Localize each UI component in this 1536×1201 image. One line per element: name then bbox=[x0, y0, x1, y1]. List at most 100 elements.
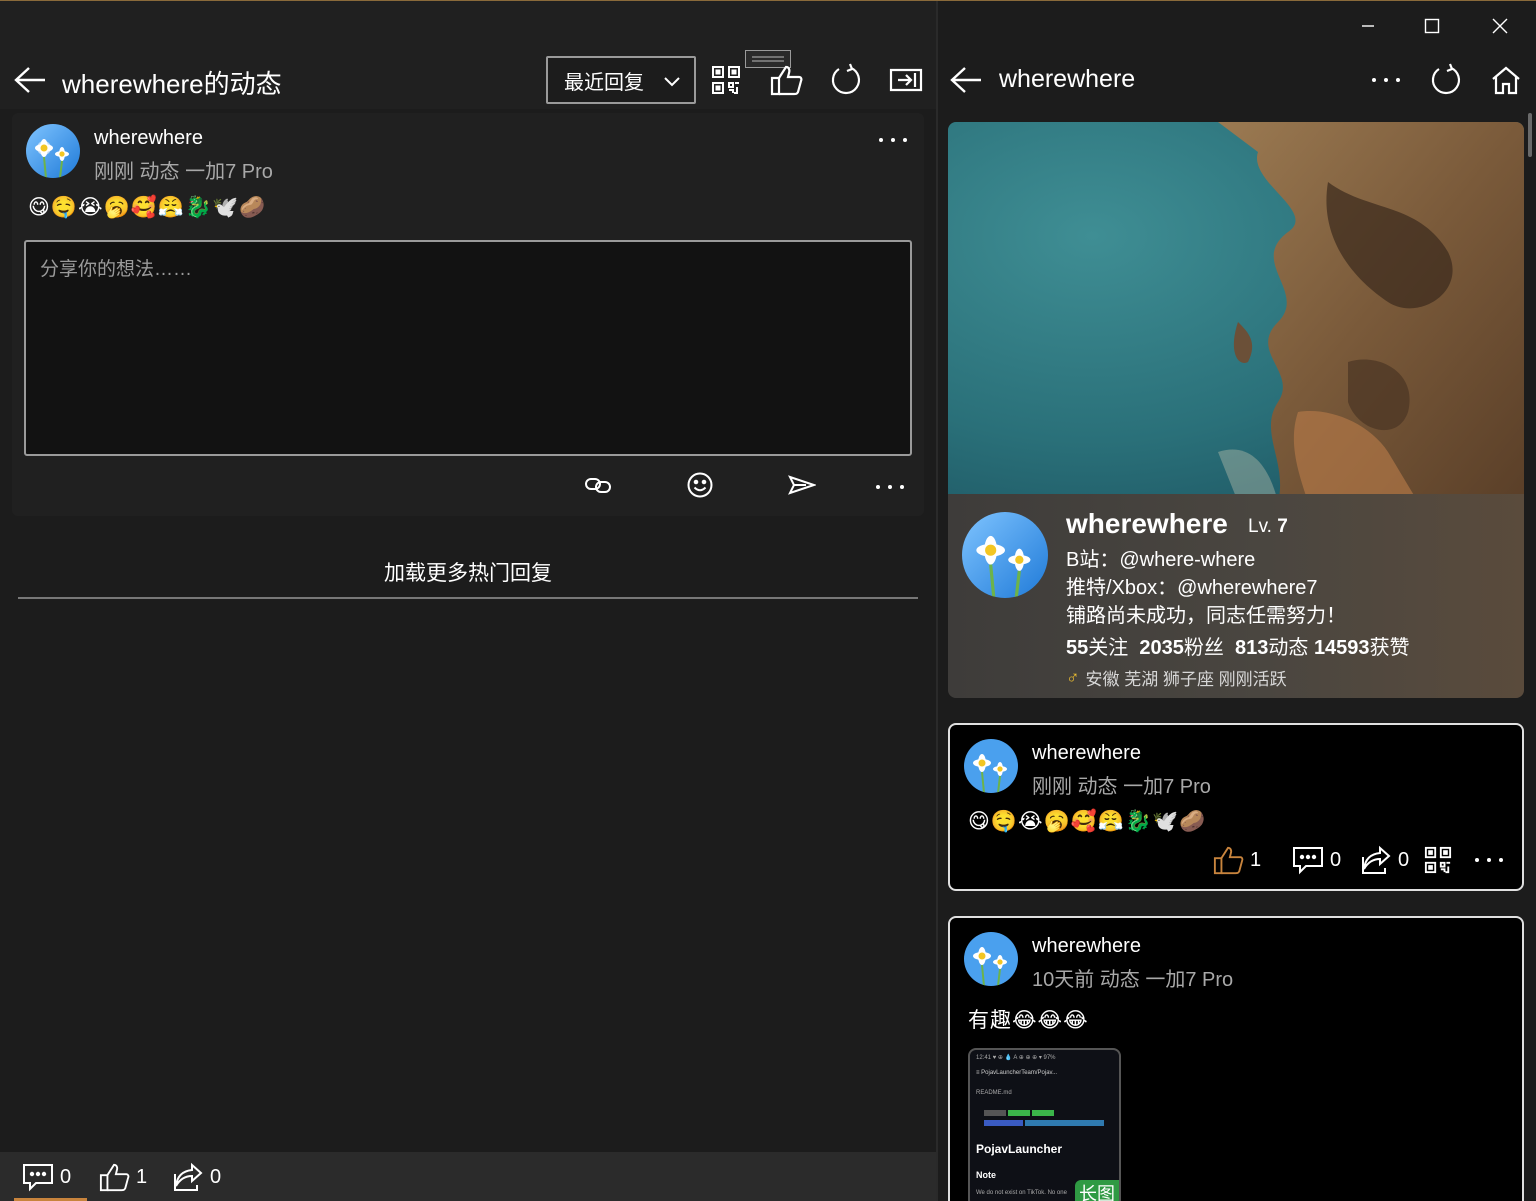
feed-meta: 刚刚 动态 一加7 Pro bbox=[1032, 776, 1211, 798]
profile-twitter: 推特/Xbox：@wherewhere7 bbox=[1066, 577, 1318, 599]
minimize-button[interactable] bbox=[1345, 9, 1391, 43]
likes-count: 1 bbox=[136, 1165, 148, 1188]
feed-meta: 10天前 动态 一加7 Pro bbox=[1032, 969, 1234, 991]
refresh-icon bbox=[1431, 63, 1461, 95]
avatar[interactable] bbox=[26, 124, 80, 178]
comments-count: 0 bbox=[60, 1165, 72, 1188]
home-button[interactable] bbox=[1486, 60, 1526, 100]
back-button[interactable] bbox=[12, 62, 48, 98]
feed-content: 😋🤤😭🥱🥰😤🐉🕊️🥔 bbox=[968, 810, 1207, 833]
avatar[interactable] bbox=[964, 932, 1018, 986]
profile-stats: 55关注 2035粉丝 813动态 14593获赞 bbox=[1066, 631, 1410, 660]
comment-icon bbox=[1293, 847, 1323, 875]
open-pane-icon bbox=[889, 68, 923, 92]
reply-more-button[interactable] bbox=[872, 469, 908, 505]
maximize-button[interactable] bbox=[1409, 9, 1455, 43]
more-options-button[interactable] bbox=[878, 135, 908, 145]
post-author[interactable]: wherewhere bbox=[94, 127, 203, 150]
following-stat[interactable]: 55关注 bbox=[1066, 637, 1128, 659]
profile-pane: wherewhere wherewhere Lv. 7 B站：@where-wh… bbox=[938, 1, 1536, 1201]
profile-more-button[interactable] bbox=[1366, 60, 1406, 100]
close-window-button[interactable] bbox=[1477, 9, 1523, 43]
refresh-icon bbox=[831, 63, 861, 95]
thumbs-up-icon bbox=[770, 65, 803, 96]
thumb-readme: README.md bbox=[976, 1090, 1012, 1096]
fans-label: 粉丝 bbox=[1183, 637, 1224, 659]
refresh-button[interactable] bbox=[826, 60, 866, 100]
profile-back-button[interactable] bbox=[948, 62, 984, 98]
post-meta: 刚刚 动态 一加7 Pro bbox=[94, 161, 273, 183]
feed-like-count: 1 bbox=[1250, 848, 1262, 871]
likes-received-count: 14593 bbox=[1313, 637, 1370, 659]
long-image-badge: 长图 bbox=[1075, 1180, 1119, 1201]
thumb-title: PojavLauncher bbox=[976, 1142, 1063, 1156]
bottom-action-bar: 0 1 0 bbox=[0, 1152, 936, 1201]
more-horizontal-icon bbox=[1372, 78, 1400, 82]
feed-like-button[interactable]: 1 bbox=[1212, 845, 1261, 875]
profile-location-text: 安徽 芜湖 狮子座 刚刚活跃 bbox=[1085, 670, 1287, 689]
close-icon bbox=[1492, 18, 1508, 34]
feed-author[interactable]: wherewhere bbox=[1032, 935, 1141, 958]
chevron-down-icon bbox=[664, 77, 680, 87]
post-detail-pane: wherewhere的动态 最近回复 wherewhere 刚刚 动态 一加7 … bbox=[0, 1, 936, 1201]
thumbs-up-icon bbox=[1213, 846, 1244, 875]
reply-input-box[interactable] bbox=[24, 240, 912, 456]
feed-image-thumbnail[interactable]: 12:41 ♥ ⊕ 💧 A ⊕ ⊕ ⊕ ▾ 97% ≡ PojavLaunche… bbox=[968, 1048, 1121, 1201]
post-card: wherewhere 刚刚 动态 一加7 Pro 😋🤤😭🥱🥰😤🐉🕊️🥔 bbox=[12, 113, 924, 516]
home-icon bbox=[1492, 66, 1520, 95]
comment-icon bbox=[23, 1164, 53, 1192]
qrcode-button[interactable] bbox=[706, 60, 746, 100]
minimize-icon bbox=[1362, 25, 1374, 27]
share-icon bbox=[1362, 845, 1391, 874]
insert-link-button[interactable] bbox=[580, 467, 616, 503]
profile-bilibili: B站：@where-where bbox=[1066, 549, 1256, 571]
sort-dropdown[interactable]: 最近回复 bbox=[546, 56, 696, 104]
open-in-pane-button[interactable] bbox=[886, 60, 926, 100]
scrollbar[interactable] bbox=[1528, 113, 1532, 157]
comments-tab[interactable]: 0 bbox=[22, 1160, 71, 1194]
load-more-hot-replies[interactable]: 加载更多热门回复 bbox=[18, 549, 918, 599]
daisy-avatar-icon bbox=[962, 512, 1048, 598]
thumb-note: Note bbox=[976, 1170, 996, 1180]
posts-stat[interactable]: 813动态 bbox=[1235, 637, 1308, 659]
qrcode-icon bbox=[712, 66, 740, 94]
send-icon bbox=[788, 475, 816, 495]
like-button[interactable] bbox=[766, 60, 806, 100]
feed-card[interactable]: wherewhere 刚刚 动态 一加7 Pro 😋🤤😭🥱🥰😤🐉🕊️🥔 1 0 bbox=[948, 723, 1524, 891]
thumb-badges bbox=[984, 1110, 1054, 1116]
reply-input[interactable] bbox=[26, 242, 910, 454]
shares-tab[interactable]: 0 bbox=[172, 1160, 221, 1194]
thumb-note-text: We do not exist on TikTok. No one bbox=[976, 1190, 1067, 1196]
smiley-icon bbox=[687, 472, 713, 498]
male-icon: ♂ bbox=[1066, 667, 1080, 687]
maximize-icon bbox=[1424, 18, 1440, 34]
app-window: wherewhere的动态 最近回复 wherewhere 刚刚 动态 一加7 … bbox=[0, 0, 1536, 1201]
feed-comment-button[interactable]: 0 bbox=[1292, 845, 1341, 875]
fans-count: 2035 bbox=[1139, 637, 1184, 659]
post-content: 😋🤤😭🥱🥰😤🐉🕊️🥔 bbox=[28, 196, 267, 219]
send-button[interactable] bbox=[784, 467, 820, 503]
likes-tab[interactable]: 1 bbox=[98, 1160, 147, 1194]
posts-label: 动态 bbox=[1268, 637, 1309, 659]
profile-refresh-button[interactable] bbox=[1426, 60, 1466, 100]
profile-level: Lv. 7 bbox=[1248, 516, 1288, 538]
posts-count: 813 bbox=[1235, 637, 1269, 659]
following-count: 55 bbox=[1066, 637, 1089, 659]
profile-avatar[interactable] bbox=[962, 512, 1048, 598]
coastline-banner-image bbox=[948, 122, 1524, 502]
thumb-badges-2 bbox=[984, 1120, 1104, 1126]
emoji-button[interactable] bbox=[682, 467, 718, 503]
fans-stat[interactable]: 2035粉丝 bbox=[1139, 637, 1224, 659]
feed-comment-count: 0 bbox=[1330, 848, 1342, 871]
profile-info-panel: wherewhere Lv. 7 B站：@where-where 推特/Xbox… bbox=[948, 494, 1524, 698]
thumbs-up-icon bbox=[99, 1163, 130, 1192]
profile-name: wherewhere bbox=[1066, 508, 1228, 539]
profile-page-title: wherewhere bbox=[999, 65, 1136, 93]
profile-location: ♂ 安徽 芜湖 狮子座 刚刚活跃 bbox=[1066, 665, 1287, 690]
feed-author[interactable]: wherewhere bbox=[1032, 742, 1141, 765]
feed-qrcode-button[interactable] bbox=[1424, 846, 1452, 874]
feed-card[interactable]: wherewhere 10天前 动态 一加7 Pro 有趣😂😂😂 12:41 ♥… bbox=[948, 916, 1524, 1201]
feed-more-button[interactable] bbox=[1474, 855, 1504, 865]
avatar[interactable] bbox=[964, 739, 1018, 793]
feed-share-button[interactable]: 0 bbox=[1360, 845, 1409, 875]
